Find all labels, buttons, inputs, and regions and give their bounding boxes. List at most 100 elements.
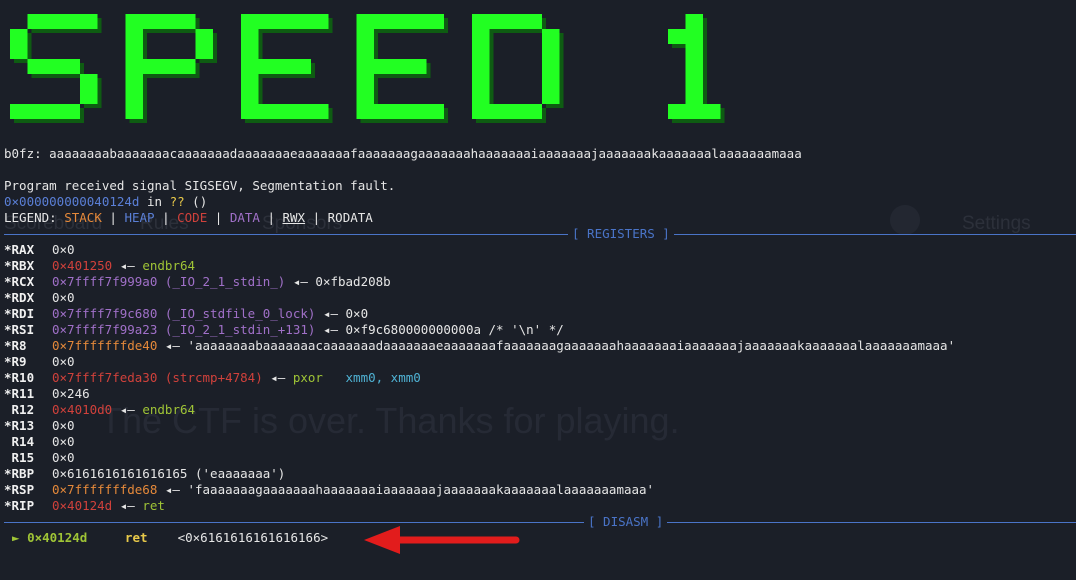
deref-arrow: ◂— bbox=[119, 498, 135, 513]
banner-pixel bbox=[524, 104, 542, 119]
banner-pixel bbox=[27, 59, 45, 74]
disasm-title: [ DISASM ] bbox=[584, 514, 668, 530]
banner-pixel bbox=[160, 59, 178, 74]
banner-pixel bbox=[489, 104, 507, 119]
separator-rule bbox=[4, 234, 1076, 235]
banner-pixel bbox=[293, 14, 311, 29]
banner-pixel bbox=[276, 14, 294, 29]
register-value: 0×7ffff7f999a0 (_IO_2_1_stdin_) bbox=[52, 274, 286, 289]
banner-pixel bbox=[472, 29, 490, 44]
banner-pixel bbox=[472, 59, 490, 74]
register-name: *RCX bbox=[4, 274, 35, 289]
banner-pixel bbox=[241, 29, 259, 44]
register-name: *RIP bbox=[4, 498, 35, 513]
register-name: *RSI bbox=[4, 322, 35, 337]
speed-banner bbox=[10, 14, 725, 123]
disasm-operand: <0×6161616161616166> bbox=[177, 530, 329, 545]
banner-pixel bbox=[472, 104, 490, 119]
location-func: ?? bbox=[169, 194, 185, 209]
register-row: *RSI 0×7ffff7f99a23 (_IO_2_1_stdin_+131) … bbox=[4, 322, 564, 338]
separator-rule bbox=[4, 522, 1076, 523]
register-row: *RDX 0×0 bbox=[4, 290, 75, 306]
register-name: *R10 bbox=[4, 370, 35, 385]
banner-pixel bbox=[685, 29, 703, 44]
banner-pixel bbox=[542, 29, 560, 44]
banner-pixel bbox=[125, 89, 143, 104]
register-name: R15 bbox=[4, 450, 35, 465]
register-row: R15 0×0 bbox=[4, 450, 75, 466]
banner-pixel bbox=[426, 14, 444, 29]
register-row: R14 0×0 bbox=[4, 434, 75, 450]
banner-pixel bbox=[685, 59, 703, 74]
legend-stack: STACK bbox=[64, 210, 102, 225]
banner-pixel bbox=[258, 14, 276, 29]
register-name: *R13 bbox=[4, 418, 35, 433]
banner-pixel bbox=[62, 14, 80, 29]
register-name: R14 bbox=[4, 434, 35, 449]
banner-pixel bbox=[356, 74, 374, 89]
banner-pixel bbox=[311, 14, 329, 29]
location-addr: 0×000000000040124d bbox=[4, 194, 140, 209]
banner-pixel bbox=[160, 14, 178, 29]
register-value: 0×7fffffffde40 bbox=[52, 338, 158, 353]
banner-pixel bbox=[10, 104, 28, 119]
banner-pixel bbox=[391, 104, 409, 119]
banner-pixel bbox=[125, 14, 143, 29]
banner-pixel bbox=[356, 14, 374, 29]
deref-arrow: ◂— bbox=[119, 258, 135, 273]
register-name: *RBP bbox=[4, 466, 35, 481]
banner-pixel bbox=[10, 44, 28, 59]
legend-pipe: | bbox=[101, 210, 125, 225]
register-value: 0×6161616161616165 ('eaaaaaaa') bbox=[52, 466, 286, 481]
register-deref: 'faaaaaaagaaaaaaahaaaaaaaiaaaaaaajaaaaaa… bbox=[187, 482, 655, 497]
banner-pixel bbox=[80, 14, 98, 29]
register-deref: 0×fbad208b bbox=[315, 274, 391, 289]
register-value: 0×0 bbox=[52, 242, 75, 257]
banner-pixel bbox=[241, 59, 259, 74]
banner-pixel bbox=[507, 104, 525, 119]
register-name: *RDX bbox=[4, 290, 35, 305]
register-row: *RSP 0×7fffffffde68 ◂— 'faaaaaaagaaaaaaah… bbox=[4, 482, 654, 498]
register-deref: endbr64 bbox=[142, 402, 196, 417]
legend-pipe: | bbox=[207, 210, 230, 225]
legend-heap: HEAP bbox=[124, 210, 155, 225]
banner-pixel bbox=[542, 74, 560, 89]
banner-pixel bbox=[409, 14, 427, 29]
banner-pixel bbox=[45, 14, 63, 29]
banner-pixel bbox=[45, 104, 63, 119]
banner-pixel bbox=[472, 14, 490, 29]
banner-pixel bbox=[45, 59, 63, 74]
legend-label: LEGEND: bbox=[4, 210, 65, 225]
banner-pixel bbox=[685, 14, 703, 29]
banner-pixel bbox=[62, 104, 80, 119]
banner-pixel bbox=[668, 29, 686, 44]
banner-pixel bbox=[685, 44, 703, 59]
signal-line: Program received signal SIGSEGV, Segment… bbox=[4, 178, 396, 193]
register-value: 0×0 bbox=[52, 434, 75, 449]
register-row: *R13 0×0 bbox=[4, 418, 75, 434]
banner-pixel bbox=[125, 59, 143, 74]
register-deref: 'aaaaaaaabaaaaaaacaaaaaaadaaaaaaaeaaaaaa… bbox=[187, 338, 956, 353]
banner-pixel bbox=[276, 59, 294, 74]
legend-pipe: | bbox=[305, 210, 328, 225]
banner-pixel bbox=[472, 89, 490, 104]
banner-pixel bbox=[195, 44, 213, 59]
deref-arrow: ◂— bbox=[119, 402, 135, 417]
register-operands: xmm0, xmm0 bbox=[322, 370, 421, 385]
banner-pixel bbox=[542, 44, 560, 59]
register-row: *RDI 0×7ffff7f9c680 (_IO_stdfile_0_lock) … bbox=[4, 306, 368, 322]
register-row: *R8 0×7fffffffde40 ◂— 'aaaaaaaabaaaaaaaca… bbox=[4, 338, 955, 354]
register-value: 0×0 bbox=[52, 418, 75, 433]
banner-pixel bbox=[489, 14, 507, 29]
deref-arrow: ◂— bbox=[292, 274, 308, 289]
banner-pixel bbox=[542, 89, 560, 104]
legend-data: DATA bbox=[229, 210, 260, 225]
register-value: 0×4010d0 bbox=[52, 402, 113, 417]
banner-pixel bbox=[356, 59, 374, 74]
register-name: *R11 bbox=[4, 386, 35, 401]
banner-pixel bbox=[241, 89, 259, 104]
red-annotation-arrow bbox=[364, 526, 520, 554]
register-value: 0×246 bbox=[52, 386, 90, 401]
banner-pixel bbox=[276, 104, 294, 119]
banner-pixel bbox=[426, 104, 444, 119]
